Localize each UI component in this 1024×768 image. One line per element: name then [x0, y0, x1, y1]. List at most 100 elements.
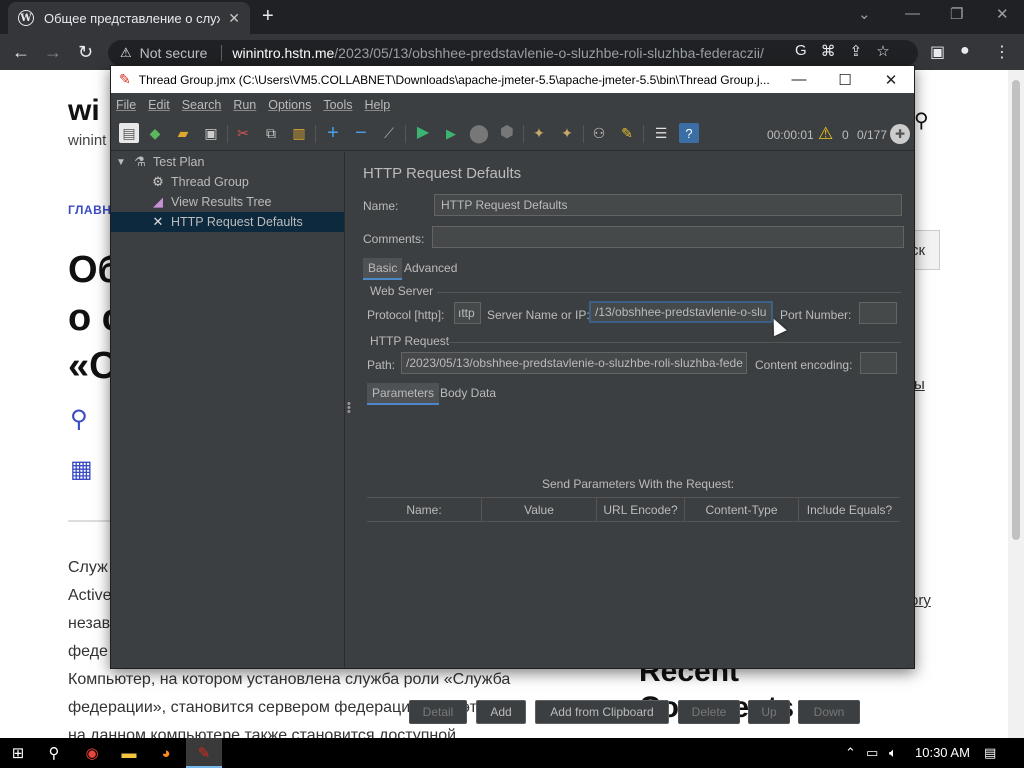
firefox-icon[interactable]: ◕ [156, 743, 176, 763]
stop-icon[interactable]: ⬤ [469, 123, 489, 143]
down-button[interactable]: Down [798, 700, 860, 724]
file-explorer-icon[interactable]: ▬ [119, 743, 139, 763]
clear-all-icon[interactable]: ✦ [557, 123, 577, 143]
new-tab-button[interactable]: + [262, 5, 274, 28]
jmeter-maximize-icon[interactable]: ☐ [822, 71, 868, 89]
remote-globe-icon[interactable]: ✚ [890, 124, 910, 144]
network-icon[interactable]: ▭ [866, 745, 878, 761]
comments-field[interactable] [432, 226, 904, 248]
reload-icon[interactable]: ↻ [78, 42, 93, 63]
jmeter-minimize-icon[interactable]: — [776, 71, 822, 88]
jmeter-taskbar-icon[interactable]: ✎ [194, 743, 214, 763]
tree-item-test-plan[interactable]: ▼ ⚗ Test Plan [115, 152, 204, 172]
translate-icon[interactable]: ⌘ [821, 42, 836, 60]
menu-file[interactable]: File [116, 98, 136, 112]
tree-item-view-results-tree[interactable]: ◢ View Results Tree [149, 192, 272, 212]
subtab-parameters[interactable]: Parameters [367, 383, 440, 405]
add-button[interactable]: Add [476, 700, 526, 724]
protocol-field[interactable]: ıttp [454, 302, 481, 324]
bookmark-star-icon[interactable]: ☆ [876, 42, 889, 60]
column-header-value[interactable]: Value [482, 498, 597, 521]
forward-icon[interactable]: → [44, 42, 62, 63]
close-window-icon[interactable]: ✕ [996, 5, 1009, 23]
menu-icon[interactable]: ⋮ [994, 42, 1010, 62]
start-icon[interactable]: ▶ [413, 123, 433, 143]
menu-options[interactable]: Options [268, 98, 311, 112]
templates-icon[interactable]: ◆ [145, 123, 165, 143]
column-header-url-encode[interactable]: URL Encode? [597, 498, 685, 521]
notifications-icon[interactable]: ▤ [984, 745, 996, 761]
new-icon[interactable]: ▤ [119, 123, 139, 143]
taskbar-search-icon[interactable]: ⚲ [44, 743, 64, 763]
profile-icon[interactable]: ● [960, 42, 970, 60]
tab-basic[interactable]: Basic [363, 258, 403, 280]
site-search-icon[interactable]: ⚲ [914, 108, 929, 133]
scrollbar-thumb[interactable] [1012, 80, 1020, 540]
path-field[interactable]: /2023/05/13/obshhee-predstavlenie-o-sluz… [401, 352, 747, 374]
minimize-icon[interactable]: — [905, 5, 920, 22]
breadcrumb[interactable]: ГЛАВН [68, 203, 111, 217]
restore-icon[interactable]: ❐ [950, 5, 963, 23]
tree-item-http-request-defaults[interactable]: ✕ HTTP Request Defaults [111, 212, 344, 232]
active-threads: 0/177 [857, 128, 888, 142]
start-button-icon[interactable]: ⊞ [8, 743, 28, 763]
page-scrollbar[interactable] [1008, 70, 1024, 738]
shutdown-icon[interactable]: ⬢ [497, 123, 517, 143]
server-name-field[interactable]: /13/obshhee-predstavlenie-o-slu [589, 301, 773, 323]
volume-icon[interactable]: 🔈︎ [889, 745, 897, 761]
menu-run[interactable]: Run [233, 98, 256, 112]
jmeter-close-icon[interactable]: ✕ [868, 71, 914, 89]
chart-icon: ◢ [153, 194, 163, 209]
port-number-field[interactable] [859, 302, 897, 324]
column-header-name[interactable]: Name: [367, 498, 482, 521]
column-header-include-equals[interactable]: Include Equals? [799, 498, 900, 521]
body-line: Компьютер, на котором установлена служба… [68, 671, 511, 688]
delete-button[interactable]: Delete [678, 700, 740, 724]
add-from-clipboard-button[interactable]: Add from Clipboard [535, 700, 669, 724]
subtab-body-data[interactable]: Body Data [435, 383, 501, 403]
up-button[interactable]: Up [748, 700, 790, 724]
tray-chevron-icon[interactable]: ⌃ [845, 745, 856, 761]
content-encoding-field[interactable] [860, 352, 897, 374]
menu-help[interactable]: Help [365, 98, 391, 112]
tab-close-icon[interactable]: ✕ [228, 10, 240, 27]
column-header-content-type[interactable]: Content-Type [685, 498, 799, 521]
warning-icon[interactable]: ⚠ [818, 124, 833, 144]
sidebar-link[interactable]: ы [914, 376, 925, 393]
search-icon[interactable]: ⚇ [589, 123, 609, 143]
clock[interactable]: 10:30 AM [915, 745, 970, 760]
tab-search-icon[interactable]: ⌄ [858, 5, 871, 23]
menu-tools[interactable]: Tools [323, 98, 352, 112]
tab-advanced[interactable]: Advanced [399, 258, 462, 278]
copy-icon[interactable]: ⧉ [261, 123, 281, 143]
expand-icon[interactable]: + [323, 123, 343, 143]
split-grip-icon[interactable]: • • • [347, 399, 351, 418]
detail-button[interactable]: Detail [409, 700, 467, 724]
tree-item-thread-group[interactable]: ⚙ Thread Group [149, 172, 249, 192]
save-icon[interactable]: ▣ [201, 123, 221, 143]
open-icon[interactable]: ▰ [173, 123, 193, 143]
paste-icon[interactable]: ▥ [289, 123, 309, 143]
chrome-icon[interactable]: ◉ [82, 743, 102, 763]
browser-tab-active[interactable]: W Общее представление о служб ✕ [8, 2, 250, 34]
flask-icon: ⚗ [134, 154, 146, 169]
menu-edit[interactable]: Edit [148, 98, 170, 112]
sidepanel-icon[interactable]: ▣ [930, 42, 945, 62]
cut-icon[interactable]: ✂ [233, 123, 253, 143]
parameters-table-header: Name: Value URL Encode? Content-Type Inc… [367, 497, 900, 522]
toggle-icon[interactable]: ⟋ [379, 123, 399, 143]
function-helper-icon[interactable]: ☰ [651, 123, 671, 143]
back-icon[interactable]: ← [12, 42, 30, 63]
menu-search[interactable]: Search [182, 98, 222, 112]
collapse-icon[interactable]: − [351, 123, 371, 143]
name-field[interactable]: HTTP Request Defaults [434, 194, 902, 216]
start-no-pauses-icon[interactable]: ▶ [441, 123, 461, 143]
help-icon[interactable]: ? [679, 123, 699, 143]
clear-icon[interactable]: ✦ [529, 123, 549, 143]
parameters-table-body[interactable] [367, 523, 900, 663]
google-icon[interactable]: G [795, 42, 807, 60]
reset-search-icon[interactable]: ✎ [617, 123, 637, 143]
share-icon[interactable]: ⇪ [850, 42, 863, 60]
site-title[interactable]: wi [68, 94, 100, 128]
chevron-down-icon[interactable]: ▼ [115, 157, 127, 168]
